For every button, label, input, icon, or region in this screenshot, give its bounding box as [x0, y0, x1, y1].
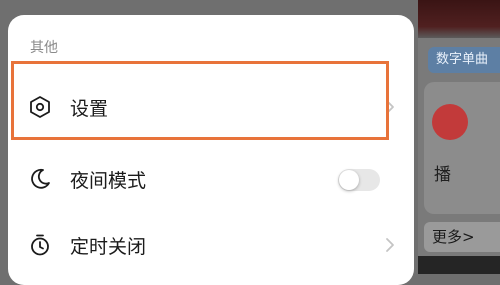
- settings-highlight-box: [11, 61, 389, 140]
- section-title-other: 其他: [30, 40, 58, 56]
- menu-item-sleep-timer[interactable]: 定时关闭: [8, 215, 414, 275]
- background-red-circle: [432, 104, 468, 140]
- background-card-text: 播: [434, 165, 451, 185]
- menu-item-night-mode-label: 夜间模式: [70, 170, 147, 192]
- night-mode-toggle[interactable]: [338, 169, 380, 191]
- menu-item-sleep-timer-label: 定时关闭: [70, 236, 147, 258]
- background-card: [424, 82, 500, 214]
- background-app-content: 数字单曲 播 更多>: [418, 0, 500, 274]
- background-digital-single-tag: 数字单曲: [428, 47, 500, 73]
- settings-sheet: 其他 设置 夜间模式 定时关闭: [8, 15, 414, 285]
- timer-icon: [31, 234, 49, 256]
- chevron-right-icon: [386, 238, 394, 252]
- menu-item-night-mode: 夜间模式: [8, 149, 414, 209]
- background-bottom-bar: [418, 256, 500, 274]
- toggle-knob: [339, 170, 359, 190]
- background-banner: [418, 0, 500, 38]
- background-more-link: 更多>: [424, 222, 500, 252]
- moon-icon: [31, 168, 50, 189]
